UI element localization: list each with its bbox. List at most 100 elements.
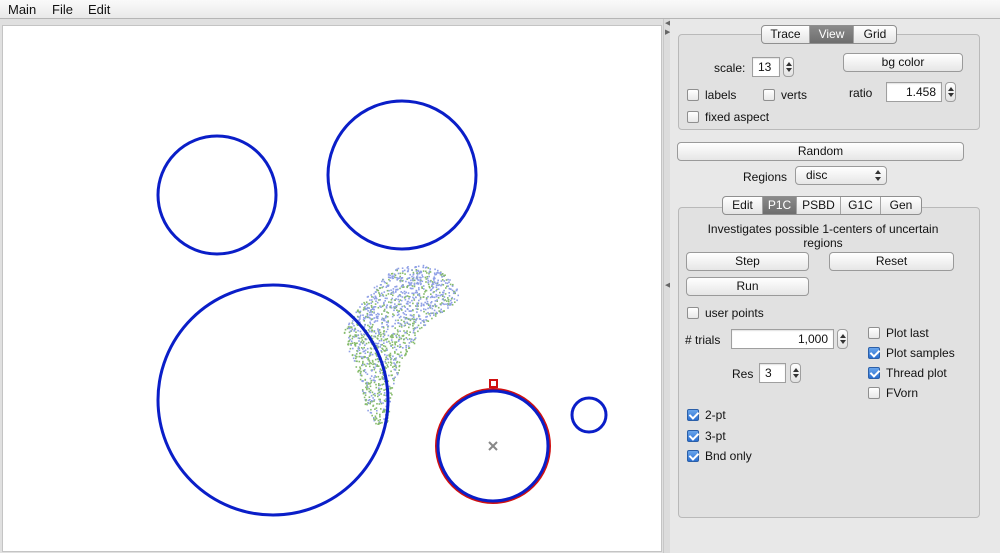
ratio-input[interactable]: 1.458 bbox=[886, 82, 942, 102]
sample-point bbox=[390, 345, 392, 347]
sample-point bbox=[350, 340, 353, 343]
sample-point bbox=[408, 326, 410, 329]
sample-point bbox=[418, 315, 421, 317]
canvas-svg[interactable] bbox=[3, 26, 661, 551]
sample-point bbox=[450, 301, 453, 304]
sample-point bbox=[401, 277, 404, 279]
tab-trace[interactable]: Trace bbox=[762, 26, 810, 43]
sample-point bbox=[429, 271, 432, 273]
user-points-checkbox[interactable] bbox=[687, 307, 699, 319]
sample-point bbox=[373, 292, 375, 295]
two-pt-checkbox[interactable] bbox=[687, 409, 699, 421]
res-stepper[interactable] bbox=[790, 363, 801, 383]
sample-point bbox=[434, 312, 437, 315]
tab-p1c[interactable]: P1C bbox=[763, 197, 797, 214]
tab-edit[interactable]: Edit bbox=[723, 197, 763, 214]
sample-point bbox=[427, 307, 429, 310]
sample-point bbox=[423, 319, 425, 321]
view-tabbar: Trace View Grid bbox=[761, 25, 897, 44]
scale-input[interactable]: 13 bbox=[752, 57, 780, 77]
step-button[interactable]: Step bbox=[686, 252, 809, 271]
sample-point bbox=[402, 270, 404, 272]
sample-point bbox=[452, 292, 455, 295]
sample-point bbox=[394, 369, 397, 371]
sample-point bbox=[419, 327, 421, 330]
verts-checkbox[interactable] bbox=[763, 89, 775, 101]
sample-point bbox=[433, 279, 435, 281]
tab-g1c[interactable]: G1C bbox=[841, 197, 881, 214]
sample-point bbox=[369, 353, 372, 356]
drawing-canvas[interactable] bbox=[2, 25, 662, 552]
sample-point bbox=[408, 345, 410, 347]
fvorn-checkbox[interactable] bbox=[868, 387, 880, 399]
split-divider[interactable]: ◀ ▶ ◀ bbox=[663, 19, 670, 553]
sample-point bbox=[378, 292, 380, 294]
sample-point bbox=[349, 330, 352, 332]
sample-point bbox=[432, 305, 434, 307]
sample-point bbox=[408, 277, 411, 279]
plot-last-checkbox[interactable] bbox=[868, 327, 880, 339]
sample-point bbox=[392, 292, 395, 294]
sample-point bbox=[377, 329, 380, 332]
trials-input[interactable]: 1,000 bbox=[731, 329, 834, 349]
fixed-aspect-checkbox[interactable] bbox=[687, 111, 699, 123]
sample-point bbox=[422, 303, 425, 306]
sample-point bbox=[353, 330, 355, 332]
sample-point bbox=[350, 344, 352, 346]
sample-point bbox=[425, 289, 428, 292]
sample-point bbox=[420, 322, 422, 324]
sample-point bbox=[388, 289, 390, 292]
sample-point bbox=[375, 296, 377, 299]
sample-point bbox=[385, 347, 388, 350]
sample-point bbox=[410, 287, 413, 290]
tab-psbd[interactable]: PSBD bbox=[797, 197, 841, 214]
sample-point bbox=[366, 312, 369, 315]
sample-point bbox=[383, 291, 386, 293]
sample-point bbox=[412, 325, 414, 327]
sample-point bbox=[385, 294, 388, 297]
sample-point bbox=[371, 318, 373, 320]
res-input[interactable]: 3 bbox=[759, 363, 786, 383]
sample-point bbox=[376, 343, 379, 345]
ratio-stepper[interactable] bbox=[945, 82, 956, 102]
bnd-only-checkbox[interactable] bbox=[687, 450, 699, 462]
sample-point bbox=[422, 266, 424, 269]
sample-point bbox=[424, 291, 426, 293]
sample-point bbox=[405, 350, 408, 353]
sample-point bbox=[412, 271, 415, 274]
labels-checkbox[interactable] bbox=[687, 89, 699, 101]
sample-point bbox=[415, 269, 418, 271]
sample-point bbox=[405, 317, 408, 319]
sample-point bbox=[397, 322, 399, 324]
sample-point bbox=[447, 303, 450, 305]
sample-point bbox=[441, 273, 444, 275]
sample-point bbox=[406, 301, 409, 303]
sample-point bbox=[377, 360, 380, 363]
trials-stepper[interactable] bbox=[837, 329, 848, 349]
sample-point bbox=[369, 389, 372, 392]
menu-file[interactable]: File bbox=[52, 2, 73, 17]
bg-color-button[interactable]: bg color bbox=[843, 53, 963, 72]
menu-edit[interactable]: Edit bbox=[88, 2, 110, 17]
regions-select[interactable]: disc bbox=[795, 166, 887, 185]
sample-point bbox=[433, 272, 436, 274]
run-button[interactable]: Run bbox=[686, 277, 809, 296]
tab-view[interactable]: View bbox=[810, 26, 854, 43]
sample-point bbox=[453, 298, 456, 300]
scale-stepper[interactable] bbox=[783, 57, 794, 77]
sample-point bbox=[417, 324, 420, 327]
sample-point bbox=[361, 334, 363, 337]
sample-point bbox=[399, 295, 402, 297]
thread-plot-checkbox[interactable] bbox=[868, 367, 880, 379]
random-button[interactable]: Random bbox=[677, 142, 964, 161]
three-pt-checkbox[interactable] bbox=[687, 430, 699, 442]
menu-main[interactable]: Main bbox=[8, 2, 36, 17]
sample-point bbox=[373, 312, 375, 314]
tab-gen[interactable]: Gen bbox=[881, 197, 921, 214]
sample-point bbox=[373, 368, 376, 371]
reset-button[interactable]: Reset bbox=[829, 252, 954, 271]
sample-point bbox=[370, 408, 372, 411]
tab-grid[interactable]: Grid bbox=[854, 26, 896, 43]
plot-samples-checkbox[interactable] bbox=[868, 347, 880, 359]
sample-point bbox=[373, 376, 375, 379]
